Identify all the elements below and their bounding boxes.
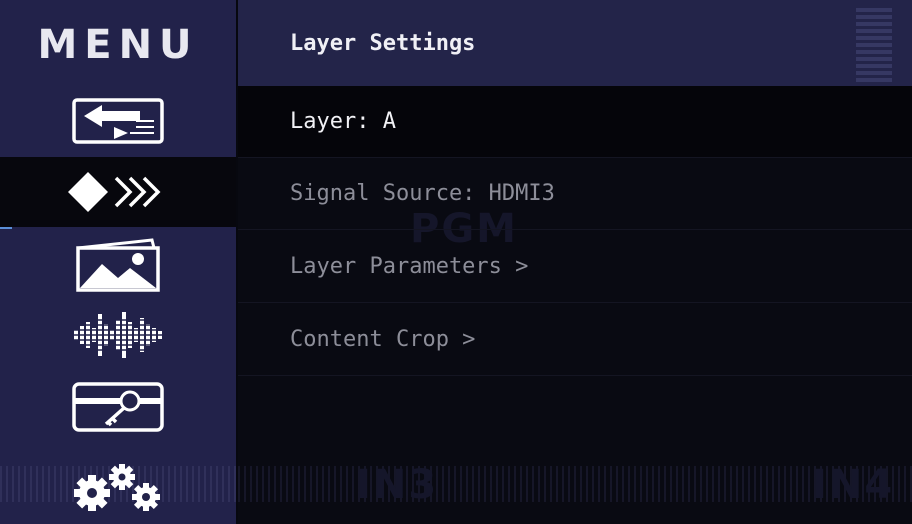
sidebar-item-layer[interactable]	[0, 157, 236, 227]
menu-title: MENU	[37, 22, 199, 68]
layer-arrows-icon	[66, 168, 170, 216]
background-label-in3: IN3	[356, 462, 439, 508]
screen: MENU PGM IN3 IN4 Layer Settings Layer: A…	[0, 0, 912, 524]
input-switch-icon	[70, 95, 166, 147]
sidebar: MENU	[0, 0, 236, 524]
background-label-in4: IN4	[812, 462, 895, 508]
image-icon	[72, 234, 164, 294]
menu-row-signal-source[interactable]: Signal Source: HDMI3	[238, 158, 912, 230]
menu-row-layer-parameters[interactable]: Layer Parameters >	[238, 231, 912, 303]
sidebar-item-audio[interactable]	[0, 300, 236, 370]
background-ticks	[238, 466, 912, 502]
sidebar-item-input[interactable]	[0, 86, 236, 156]
sidebar-item-key[interactable]	[0, 372, 236, 442]
main-panel: PGM IN3 IN4 Layer Settings Layer: A Sign…	[238, 0, 912, 524]
menu-row-content-crop[interactable]: Content Crop >	[238, 304, 912, 376]
level-meter	[856, 8, 892, 82]
menu-row-layer[interactable]: Layer: A	[238, 86, 912, 158]
key-card-icon	[70, 380, 166, 434]
gears-icon	[68, 459, 168, 515]
audio-waveform-icon	[68, 308, 168, 362]
page-title: Layer Settings	[238, 0, 912, 86]
sidebar-item-image[interactable]	[0, 229, 236, 299]
sidebar-item-settings[interactable]	[0, 452, 236, 522]
